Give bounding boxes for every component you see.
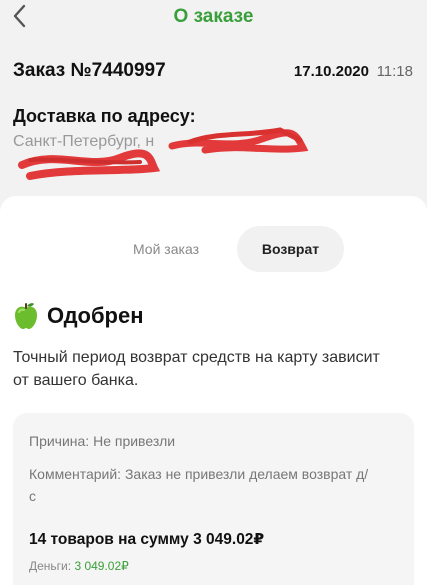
return-details-box: Причина: Не привезли Комментарий: Заказ … bbox=[13, 413, 414, 585]
delivery-address-label: Доставка по адресу: bbox=[13, 106, 196, 126]
order-header: Заказ №7440997 17.10.2020 11:18 bbox=[13, 60, 413, 84]
tab-switcher: Мой заказ Возврат bbox=[0, 226, 427, 272]
order-date: 17.10.2020 bbox=[293, 63, 369, 80]
refund-note: Точный период возврат средств на карту з… bbox=[13, 349, 380, 389]
return-status: Одобрен bbox=[13, 300, 144, 332]
return-reason: Причина: Не привезли bbox=[29, 433, 176, 449]
order-detail-card: Мой заказ Возврат Одобрен Точный период … bbox=[0, 196, 427, 585]
money-value: 3 049.02₽ bbox=[74, 559, 129, 573]
delivery-address-text: Санкт-Петербург, н bbox=[13, 133, 155, 150]
money-line: Деньги: 3 049.02₽ bbox=[29, 559, 129, 573]
order-number: Заказ №7440997 bbox=[13, 60, 166, 81]
tab-my-order[interactable]: Мой заказ bbox=[118, 226, 214, 272]
top-bar: О заказе bbox=[0, 0, 427, 38]
order-time: 11:18 bbox=[376, 63, 413, 80]
return-comment: Комментарий: Заказ не привезли делаем во… bbox=[29, 466, 369, 504]
order-total: 14 товаров на сумму 3 049.02₽ bbox=[29, 531, 265, 548]
status-label: Одобрен bbox=[47, 303, 144, 328]
page-title: О заказе bbox=[173, 6, 254, 27]
money-label: Деньги: bbox=[29, 559, 72, 573]
tab-return[interactable]: Возврат bbox=[237, 226, 344, 272]
green-apple-icon bbox=[15, 303, 37, 329]
